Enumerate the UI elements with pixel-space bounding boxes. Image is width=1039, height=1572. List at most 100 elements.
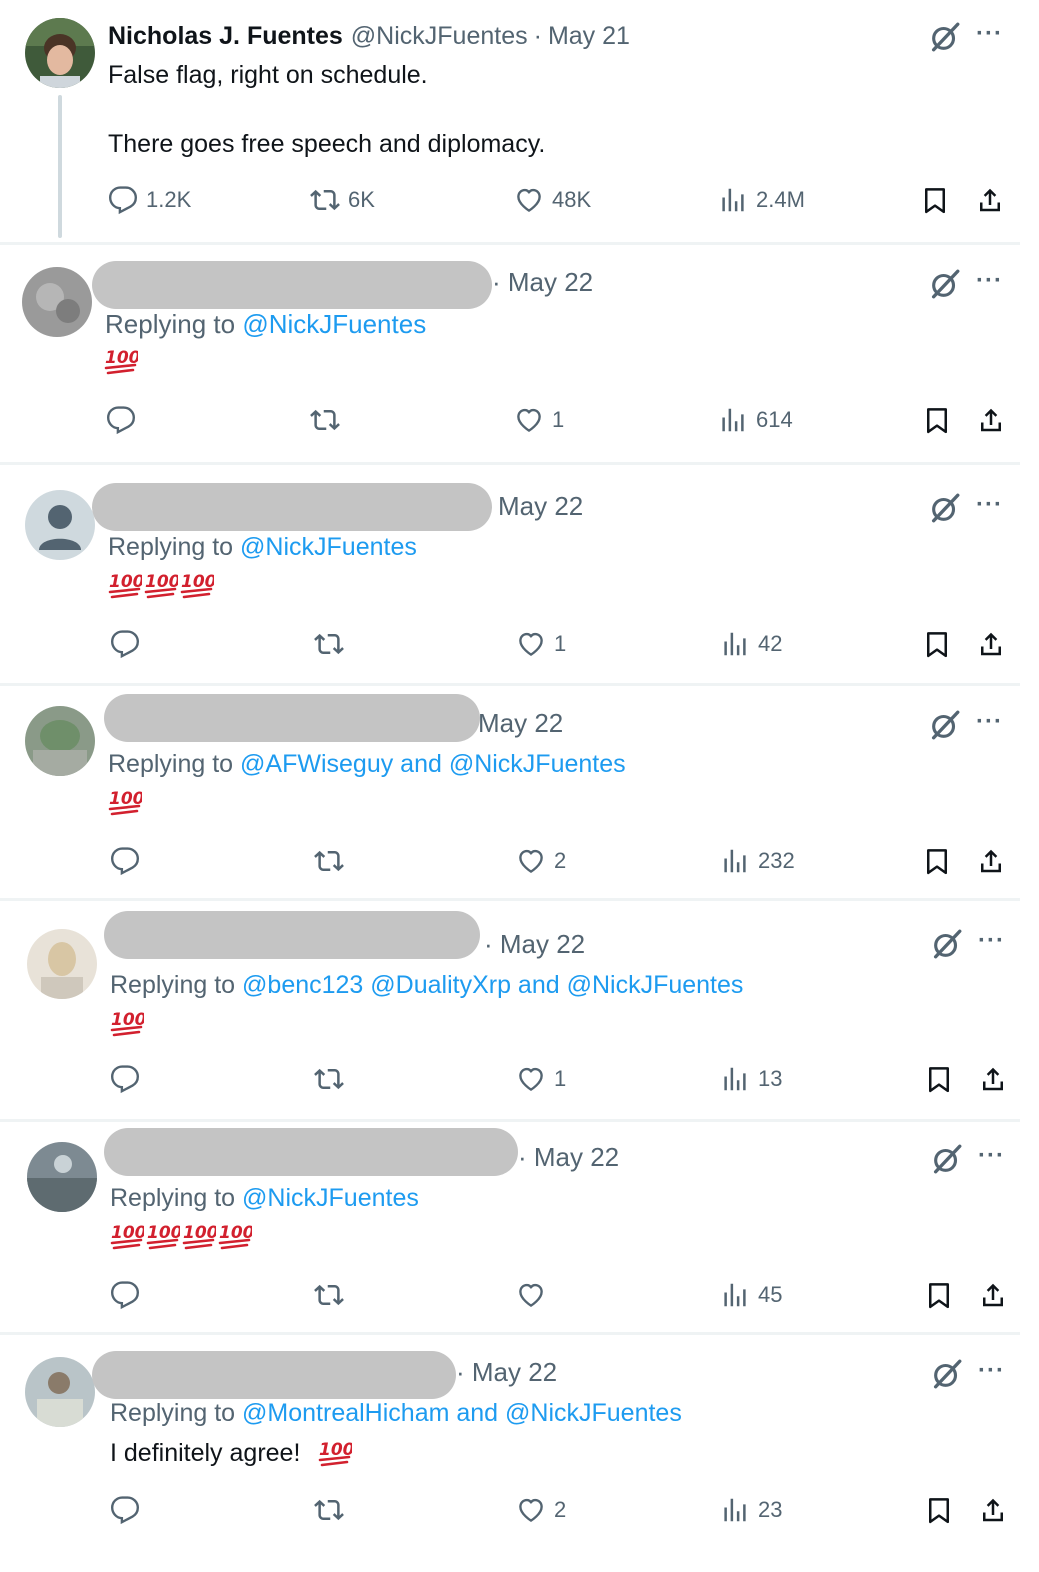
share-button[interactable] <box>975 180 1005 220</box>
like-button[interactable] <box>516 1275 554 1315</box>
bookmark-button[interactable] <box>922 400 952 440</box>
like-button[interactable]: 1 <box>516 1059 566 1099</box>
tweet-date[interactable]: · May 22 <box>492 267 593 298</box>
more-dots-icon[interactable]: ··· <box>976 20 1003 48</box>
grok-icon[interactable] <box>930 1357 964 1391</box>
main-tweet[interactable]: Nicholas J. Fuentes @NickJFuentes · May … <box>0 0 1020 242</box>
action-bar: 1.2K 6K 48K 2.4M <box>0 180 1020 220</box>
avatar[interactable] <box>25 1357 95 1427</box>
reply-button[interactable] <box>110 1059 140 1099</box>
reply-bubble-icon <box>108 185 138 215</box>
tweet-date[interactable]: · May 22 <box>518 1142 619 1173</box>
more-dots-icon[interactable]: ··· <box>976 708 1003 736</box>
share-button[interactable] <box>976 841 1006 881</box>
more-dots-icon[interactable]: ··· <box>978 1357 1005 1385</box>
reply-button[interactable] <box>110 841 140 881</box>
avatar[interactable] <box>22 267 92 337</box>
mention-link[interactable]: @NickJFuentes <box>240 533 417 561</box>
avatar[interactable] <box>25 490 95 560</box>
more-dots-icon[interactable]: ··· <box>978 1142 1005 1170</box>
avatar[interactable] <box>27 929 97 999</box>
tweet-date[interactable]: May 22 <box>498 491 583 522</box>
tweet-date[interactable]: · May 22 <box>484 929 585 960</box>
views-button[interactable]: 2.4M <box>718 180 805 220</box>
reply-button[interactable] <box>110 624 140 664</box>
like-button[interactable]: 48K <box>514 180 591 220</box>
mention-link[interactable]: @AFWiseguy and @NickJFuentes <box>240 750 626 778</box>
repost-button[interactable] <box>314 624 344 664</box>
repost-button[interactable] <box>314 1059 344 1099</box>
tweet-date[interactable]: May 21 <box>548 22 630 51</box>
bookmark-button[interactable] <box>922 841 952 881</box>
reply-button[interactable] <box>110 1490 140 1530</box>
replying-label: Replying to <box>105 309 236 339</box>
grok-icon[interactable] <box>930 927 964 961</box>
share-button[interactable] <box>978 1275 1008 1315</box>
views-count: 45 <box>758 1282 783 1307</box>
grok-icon[interactable] <box>930 1142 964 1176</box>
more-dots-icon[interactable]: ··· <box>976 267 1003 295</box>
bookmark-button[interactable] <box>922 624 952 664</box>
mention-link[interactable]: @MontrealHicham and @NickJFuentes <box>242 1399 682 1427</box>
mention-link[interactable]: @NickJFuentes <box>242 1184 419 1212</box>
views-button[interactable]: 614 <box>718 400 793 440</box>
share-button[interactable] <box>978 1059 1008 1099</box>
reply-button[interactable] <box>110 1275 140 1315</box>
reply-count: 1.2K <box>146 187 192 212</box>
bookmark-button[interactable] <box>924 1490 954 1530</box>
separator: · <box>533 22 542 50</box>
reply-tweet[interactable]: · May 22 ··· Replying to @MontrealHicham… <box>0 1335 1020 1572</box>
grok-icon[interactable] <box>928 20 962 54</box>
like-button[interactable]: 1 <box>514 400 564 440</box>
share-upload-icon <box>976 846 1006 876</box>
reply-text: I definitely agree! <box>110 1439 301 1467</box>
bookmark-button[interactable] <box>920 180 950 220</box>
views-button[interactable]: 23 <box>720 1490 782 1530</box>
hundred-points-emoji <box>144 567 178 601</box>
repost-button[interactable]: 6K <box>310 180 375 220</box>
tweet-date[interactable]: May 22 <box>478 708 563 739</box>
reply-button[interactable] <box>106 400 136 440</box>
like-button[interactable]: 2 <box>516 1490 566 1530</box>
reply-tweet[interactable]: · May 22 ··· Replying to @NickJFuentes 1… <box>0 245 1020 460</box>
reply-tweet[interactable]: May 22 ··· Replying to @NickJFuentes 1 4… <box>0 465 1020 682</box>
grok-icon[interactable] <box>928 708 962 742</box>
grok-icon[interactable] <box>928 491 962 525</box>
repost-button[interactable] <box>310 400 340 440</box>
repost-button[interactable] <box>314 1490 344 1530</box>
bookmark-icon <box>924 1064 954 1094</box>
views-button[interactable]: 45 <box>720 1275 782 1315</box>
repost-button[interactable] <box>314 841 344 881</box>
author-handle[interactable]: @NickJFuentes <box>351 22 528 51</box>
repost-button[interactable] <box>314 1275 344 1315</box>
avatar[interactable] <box>25 18 95 88</box>
heart-icon <box>516 1280 546 1310</box>
views-button[interactable]: 13 <box>720 1059 782 1099</box>
more-dots-icon[interactable]: ··· <box>978 927 1005 955</box>
avatar[interactable] <box>25 706 95 776</box>
mention-link[interactable]: @benc123 @DualityXrp and @NickJFuentes <box>242 971 743 999</box>
views-button[interactable]: 232 <box>720 841 795 881</box>
like-button[interactable]: 2 <box>516 841 566 881</box>
bookmark-button[interactable] <box>924 1059 954 1099</box>
grok-icon[interactable] <box>928 267 962 301</box>
avatar[interactable] <box>27 1142 97 1212</box>
bookmark-icon <box>922 629 952 659</box>
reply-tweet[interactable]: · May 22 ··· Replying to @benc123 @Duali… <box>0 901 1020 1119</box>
reply-button[interactable]: 1.2K <box>108 180 191 220</box>
bookmark-button[interactable] <box>924 1275 954 1315</box>
views-button[interactable]: 42 <box>720 624 782 664</box>
more-dots-icon[interactable]: ··· <box>976 491 1003 519</box>
tweet-date[interactable]: · May 22 <box>456 1357 557 1388</box>
share-button[interactable] <box>976 400 1006 440</box>
redacted-username <box>92 261 492 309</box>
mention-link[interactable]: @NickJFuentes <box>242 309 426 339</box>
reply-tweet[interactable]: · May 22 ··· Replying to @NickJFuentes 4… <box>0 1122 1020 1332</box>
share-button[interactable] <box>976 624 1006 664</box>
reply-tweet[interactable]: May 22 ··· Replying to @AFWiseguy and @N… <box>0 686 1020 898</box>
views-count: 2.4M <box>756 187 805 212</box>
author-name[interactable]: Nicholas J. Fuentes <box>108 22 343 51</box>
views-count: 614 <box>756 407 793 432</box>
share-button[interactable] <box>978 1490 1008 1530</box>
like-button[interactable]: 1 <box>516 624 566 664</box>
